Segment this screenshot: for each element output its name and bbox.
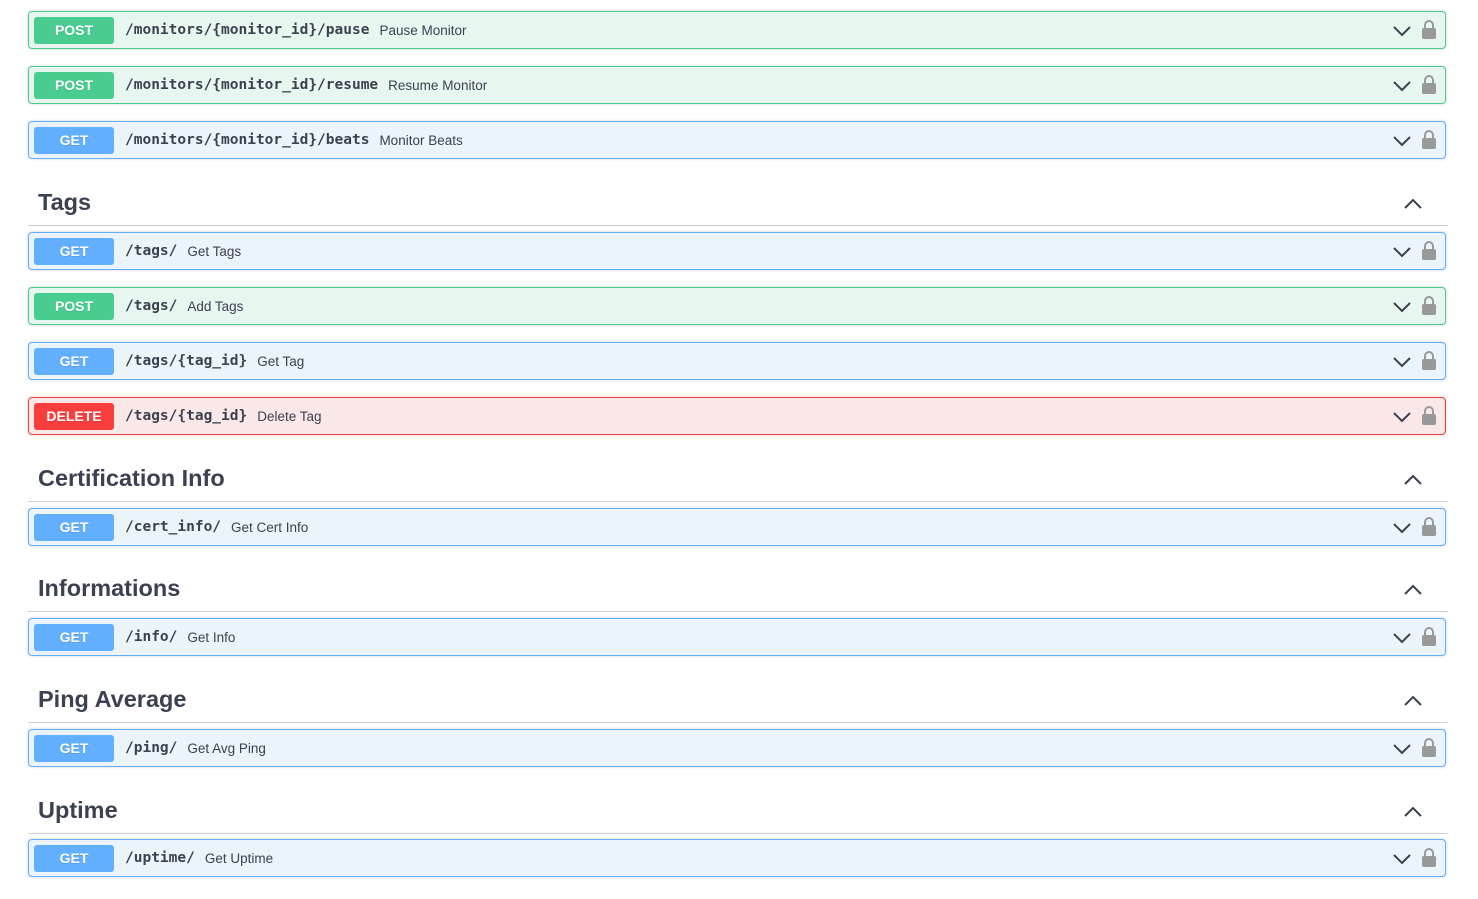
tag-section-header[interactable]: Ping Average — [28, 682, 1448, 723]
chevron-down-icon[interactable] — [1393, 298, 1411, 316]
chevron-up-icon[interactable] — [1404, 581, 1422, 599]
chevron-down-icon[interactable] — [1393, 77, 1411, 95]
lock-icon[interactable] — [1421, 350, 1437, 372]
operation-path: /tags/ — [125, 298, 178, 314]
operation-row[interactable]: GET /tags/{tag_id} Get Tag — [28, 342, 1446, 380]
operation-row[interactable]: POST /tags/ Add Tags — [28, 287, 1446, 325]
chevron-down-icon[interactable] — [1393, 850, 1411, 868]
lock-icon[interactable] — [1421, 847, 1437, 869]
operation-row[interactable]: GET /info/ Get Info — [28, 618, 1446, 656]
operation-path: /info/ — [125, 629, 178, 645]
chevron-down-icon[interactable] — [1393, 629, 1411, 647]
lock-icon[interactable] — [1421, 516, 1437, 538]
lock-icon[interactable] — [1421, 737, 1437, 759]
operation-summary: Delete Tag — [257, 408, 322, 424]
chevron-up-icon[interactable] — [1404, 803, 1422, 821]
chevron-up-icon[interactable] — [1404, 195, 1422, 213]
operation-summary: Get Cert Info — [231, 519, 309, 535]
lock-icon[interactable] — [1421, 295, 1437, 317]
method-badge: GET — [34, 347, 114, 375]
chevron-up-icon[interactable] — [1404, 471, 1422, 489]
tag-title: Uptime — [38, 797, 118, 823]
operation-summary: Get Avg Ping — [187, 740, 266, 756]
lock-icon[interactable] — [1421, 626, 1437, 648]
operation-path: /ping/ — [125, 740, 178, 756]
chevron-down-icon[interactable] — [1393, 243, 1411, 261]
operation-row[interactable]: GET /ping/ Get Avg Ping — [28, 729, 1446, 767]
operation-row[interactable]: GET /uptime/ Get Uptime — [28, 839, 1446, 877]
tag-section-header[interactable]: Uptime — [28, 793, 1448, 834]
operation-row[interactable]: POST /monitors/{monitor_id}/resume Resum… — [28, 66, 1446, 104]
tag-section-header[interactable]: Informations — [28, 571, 1448, 612]
operation-path: /monitors/{monitor_id}/pause — [125, 22, 370, 38]
method-badge: POST — [34, 292, 114, 320]
chevron-down-icon[interactable] — [1393, 132, 1411, 150]
operation-path: /tags/ — [125, 243, 178, 259]
operation-row[interactable]: POST /monitors/{monitor_id}/pause Pause … — [28, 11, 1446, 49]
method-badge: GET — [34, 126, 114, 154]
chevron-down-icon[interactable] — [1393, 22, 1411, 40]
operation-summary: Pause Monitor — [379, 22, 467, 38]
method-badge: GET — [34, 734, 114, 762]
lock-icon[interactable] — [1421, 405, 1437, 427]
chevron-up-icon[interactable] — [1404, 692, 1422, 710]
lock-icon[interactable] — [1421, 19, 1437, 41]
operation-summary: Get Info — [187, 629, 236, 645]
chevron-down-icon[interactable] — [1393, 740, 1411, 758]
method-badge: GET — [34, 844, 114, 872]
method-badge: GET — [34, 237, 114, 265]
operation-row[interactable]: GET /tags/ Get Tags — [28, 232, 1446, 270]
lock-icon[interactable] — [1421, 240, 1437, 262]
operation-row[interactable]: GET /cert_info/ Get Cert Info — [28, 508, 1446, 546]
operation-path: /cert_info/ — [125, 519, 222, 535]
chevron-down-icon[interactable] — [1393, 519, 1411, 537]
tag-title: Ping Average — [38, 686, 187, 712]
operation-path: /uptime/ — [125, 850, 195, 866]
operation-row[interactable]: DELETE /tags/{tag_id} Delete Tag — [28, 397, 1446, 435]
operation-path: /tags/{tag_id} — [125, 408, 248, 424]
tag-title: Tags — [38, 189, 92, 215]
method-badge: POST — [34, 71, 114, 99]
operation-path: /monitors/{monitor_id}/beats — [125, 132, 370, 148]
tag-title: Informations — [38, 575, 181, 601]
tag-section-header[interactable]: Certification Info — [28, 461, 1448, 502]
method-badge: GET — [34, 513, 114, 541]
lock-icon[interactable] — [1421, 74, 1437, 96]
operation-summary: Get Tags — [187, 243, 242, 259]
operation-summary: Get Tag — [257, 353, 305, 369]
operation-row[interactable]: GET /monitors/{monitor_id}/beats Monitor… — [28, 121, 1446, 159]
operation-summary: Resume Monitor — [388, 77, 488, 93]
chevron-down-icon[interactable] — [1393, 408, 1411, 426]
operation-path: /monitors/{monitor_id}/resume — [125, 77, 379, 93]
operation-path: /tags/{tag_id} — [125, 353, 248, 369]
operation-summary: Add Tags — [187, 298, 244, 314]
chevron-down-icon[interactable] — [1393, 353, 1411, 371]
tag-title: Certification Info — [38, 465, 225, 491]
method-badge: POST — [34, 16, 114, 44]
lock-icon[interactable] — [1421, 129, 1437, 151]
operation-summary: Monitor Beats — [379, 132, 463, 148]
method-badge: GET — [34, 623, 114, 651]
method-badge: DELETE — [34, 402, 114, 430]
operation-summary: Get Uptime — [204, 850, 274, 866]
tag-section-header[interactable]: Tags — [28, 185, 1448, 226]
